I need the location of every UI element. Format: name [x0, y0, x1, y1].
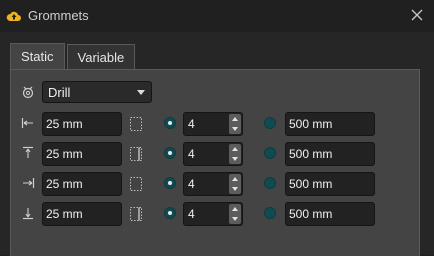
- spin-down-icon[interactable]: [232, 157, 238, 161]
- right-offset-icon: [23, 178, 35, 188]
- count-radio[interactable]: [164, 177, 176, 189]
- static-panel: Drill 25 mm 4 500 mm 25 mm 4 500 mm 25 m…: [10, 69, 420, 256]
- spin-buttons[interactable]: [229, 174, 241, 194]
- grommet-type-select[interactable]: Drill: [42, 81, 152, 103]
- count-value: 4: [188, 117, 195, 131]
- top-offset-icon: [23, 146, 33, 158]
- spacing-input[interactable]: 500 mm: [285, 142, 375, 166]
- spin-up-icon[interactable]: [232, 207, 238, 211]
- grommet-type-value: Drill: [48, 84, 71, 100]
- title-bar: Grommets: [0, 0, 434, 32]
- count-spinbox[interactable]: 4: [183, 202, 243, 226]
- spin-up-icon[interactable]: [232, 177, 238, 181]
- offset-row-right: 25 mm 4 500 mm: [11, 172, 419, 196]
- spacing-radio[interactable]: [264, 207, 276, 219]
- tab-bar: Static Variable: [10, 43, 136, 69]
- spacing-radio[interactable]: [264, 177, 276, 189]
- pattern-dashed-icon: [130, 147, 142, 161]
- window-title: Grommets: [28, 8, 89, 23]
- offset-row-left: 25 mm 4 500 mm: [11, 112, 419, 136]
- spin-buttons[interactable]: [229, 204, 241, 224]
- spin-down-icon[interactable]: [232, 187, 238, 191]
- count-spinbox[interactable]: 4: [183, 112, 243, 136]
- count-value: 4: [188, 207, 195, 221]
- spin-down-icon[interactable]: [232, 217, 238, 221]
- pattern-icon: [130, 117, 142, 131]
- pattern-dashed-icon: [130, 207, 142, 221]
- count-radio[interactable]: [164, 207, 176, 219]
- spacing-input[interactable]: 500 mm: [285, 172, 375, 196]
- close-button[interactable]: [408, 6, 426, 24]
- tab-variable[interactable]: Variable: [66, 44, 136, 69]
- count-radio[interactable]: [164, 147, 176, 159]
- bottom-offset-icon: [23, 208, 33, 220]
- right-offset-input[interactable]: 25 mm: [42, 172, 122, 196]
- spin-buttons[interactable]: [229, 144, 241, 164]
- spin-buttons[interactable]: [229, 114, 241, 134]
- spin-up-icon[interactable]: [232, 117, 238, 121]
- count-radio[interactable]: [164, 117, 176, 129]
- count-spinbox[interactable]: 4: [183, 172, 243, 196]
- cloud-upload-icon: [6, 11, 21, 21]
- pattern-icon: [130, 177, 142, 191]
- spacing-input[interactable]: 500 mm: [285, 112, 375, 136]
- grommet-icon: [22, 86, 34, 99]
- offset-row-top: 25 mm 4 500 mm: [11, 142, 419, 166]
- bottom-offset-input[interactable]: 25 mm: [42, 202, 122, 226]
- top-offset-input[interactable]: 25 mm: [42, 142, 122, 166]
- tab-static[interactable]: Static: [10, 43, 65, 69]
- spacing-radio[interactable]: [264, 147, 276, 159]
- count-value: 4: [188, 177, 195, 191]
- spin-down-icon[interactable]: [232, 127, 238, 131]
- chevron-down-icon: [137, 90, 145, 95]
- count-spinbox[interactable]: 4: [183, 142, 243, 166]
- spacing-radio[interactable]: [264, 117, 276, 129]
- close-icon: [411, 9, 423, 21]
- grommets-dialog: Grommets Static Variable Drill 25 mm 4 5…: [0, 0, 434, 256]
- type-row: Drill: [11, 81, 419, 105]
- left-offset-input[interactable]: 25 mm: [42, 112, 122, 136]
- left-offset-icon: [21, 118, 33, 128]
- spacing-input[interactable]: 500 mm: [285, 202, 375, 226]
- offset-row-bottom: 25 mm 4 500 mm: [11, 202, 419, 226]
- count-value: 4: [188, 147, 195, 161]
- spin-up-icon[interactable]: [232, 147, 238, 151]
